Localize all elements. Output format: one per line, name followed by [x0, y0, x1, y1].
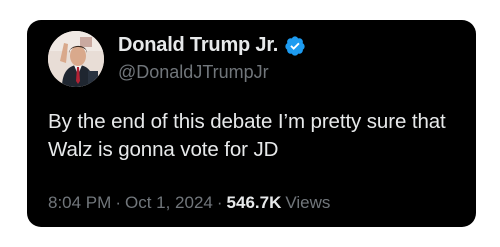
- verified-badge-icon: [284, 35, 306, 57]
- meta-separator: ·: [216, 193, 223, 212]
- views-label: Views: [285, 193, 331, 212]
- tweet-text: By the end of this debate I’m pretty sur…: [48, 110, 446, 161]
- tweet-date[interactable]: Oct 1, 2024: [125, 193, 213, 213]
- avatar[interactable]: [48, 31, 104, 87]
- author-handle[interactable]: @DonaldJTrumpJr: [118, 62, 269, 83]
- tweet-time[interactable]: 8:04 PM: [48, 193, 111, 213]
- author-name-row[interactable]: Donald Trump Jr.: [118, 34, 306, 57]
- author-name[interactable]: Donald Trump Jr.: [118, 34, 278, 57]
- meta-separator: ·: [115, 193, 121, 212]
- avatar-photo: [48, 31, 104, 87]
- tweet-card[interactable]: Donald Trump Jr. @DonaldJTrumpJr By the …: [27, 20, 476, 227]
- tweet-meta: 8:04 PM · Oct 1, 2024 · 546.7K Views: [48, 193, 330, 213]
- views-count[interactable]: 546.7K: [227, 193, 282, 213]
